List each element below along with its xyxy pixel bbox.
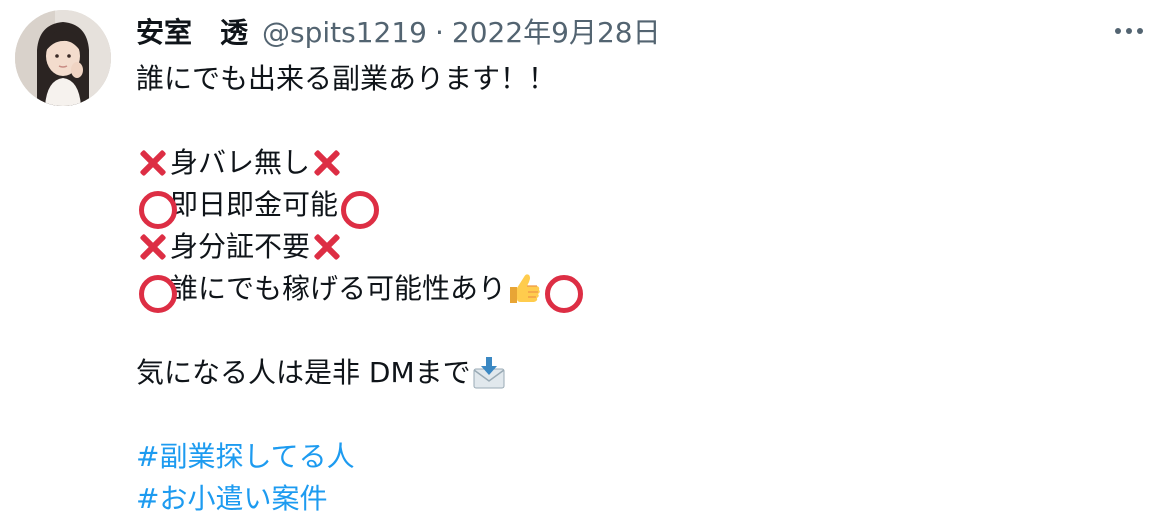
more-options-icon-dot (1137, 28, 1143, 34)
hollow-red-circle-icon (136, 188, 177, 229)
tweet-line: 誰にでも稼げる可能性あり (136, 268, 1136, 313)
tweet-line-text: 身分証不要 (170, 230, 311, 263)
cross-mark-icon (136, 230, 170, 264)
tweet-line-text: 気になる人は是非 DMまで (136, 356, 471, 389)
separator-dot: · (434, 16, 444, 49)
tweet-line: 身分証不要 (136, 226, 1136, 268)
hashtag-link[interactable]: #副業探してる人 (136, 436, 355, 478)
avatar[interactable] (15, 10, 111, 106)
cross-mark-icon (310, 230, 344, 264)
tweet-card: 安室 透 @spits1219 · 2022年9月28日 誰にでも出来る副業あり… (0, 0, 1170, 526)
tweet-line: #副業探してる人 (136, 436, 1136, 478)
tweet-date[interactable]: 2022年9月28日 (452, 14, 661, 52)
user-handle[interactable]: @spits1219 (262, 14, 427, 52)
hollow-red-circle-icon (136, 272, 177, 313)
hollow-red-circle-icon (542, 272, 584, 313)
tweet-line-text: 誰にでも出来る副業あります！！ (136, 62, 557, 95)
avatar-photo (15, 10, 111, 106)
tweet-line: 気になる人は是非 DMまで (136, 352, 1136, 394)
tweet-line-text: 即日即金可能 (170, 188, 339, 221)
more-options-icon (1115, 28, 1121, 34)
tweet-header: 安室 透 @spits1219 · 2022年9月28日 (136, 14, 661, 52)
tweet-line: #お小遣い案件 (136, 478, 1136, 520)
tweet-body: 誰にでも出来る副業あります！！ 身バレ無し 即日即金可能 身分証不要 誰にでも稼… (136, 58, 1136, 520)
hashtag-link[interactable]: #お小遣い案件 (136, 478, 327, 520)
tweet-line-text: 誰にでも稼げる可能性あり (170, 272, 507, 305)
envelope-with-arrow-icon (471, 355, 507, 391)
more-options-icon-dot (1126, 28, 1132, 34)
tweet-line: 即日即金可能 (136, 184, 1136, 229)
display-name[interactable]: 安室 透 (136, 14, 248, 52)
tweet-line: 誰にでも出来る副業あります！！ (136, 58, 1136, 100)
cross-mark-icon (310, 146, 344, 180)
more-options-button[interactable] (1106, 16, 1152, 46)
cross-mark-icon (136, 146, 170, 180)
tweet-line: 身バレ無し (136, 142, 1136, 184)
thumbs-up-icon (506, 271, 542, 307)
hollow-red-circle-icon (338, 188, 380, 229)
tweet-line-text: 身バレ無し (170, 146, 311, 179)
